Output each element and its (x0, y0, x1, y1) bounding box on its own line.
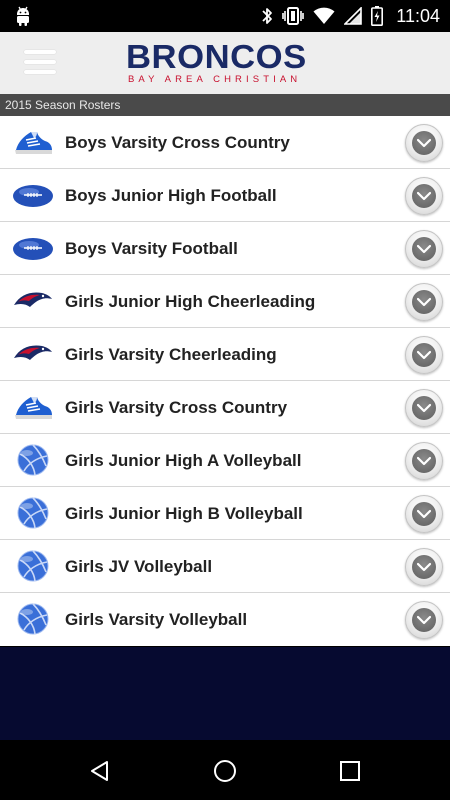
navigation-bar (0, 740, 450, 800)
bluetooth-icon (261, 6, 273, 26)
roster-label: Girls Junior High B Volleyball (65, 504, 303, 523)
expand-chevron-icon[interactable] (405, 124, 443, 162)
roster-label: Girls JV Volleyball (65, 557, 213, 576)
roster-item[interactable]: Boys Varsity Cross Country (0, 116, 450, 169)
bronco-logo-icon (12, 285, 54, 317)
expand-chevron-icon[interactable] (405, 495, 443, 533)
roster-item[interactable]: Girls Junior High A Volleyball (0, 434, 450, 487)
expand-chevron-icon[interactable] (405, 230, 443, 268)
roster-label: Girls Junior High Cheerleading (65, 292, 316, 311)
expand-chevron-icon[interactable] (405, 283, 443, 321)
wifi-icon (313, 7, 335, 25)
signal-icon (344, 7, 363, 25)
roster-item[interactable]: Girls Varsity Volleyball (0, 593, 450, 646)
expand-chevron-icon[interactable] (405, 442, 443, 480)
hamburger-menu-icon[interactable] (24, 50, 56, 76)
football-icon (12, 232, 54, 264)
football-icon (12, 179, 54, 211)
roster-item[interactable]: Girls Junior High Cheerleading (0, 275, 450, 328)
roster-label: Girls Varsity Cross Country (65, 398, 288, 417)
content-background (0, 647, 450, 740)
volleyball-icon (12, 497, 54, 529)
app-header: BRONCOS BAY AREA CHRISTIAN (0, 32, 450, 94)
expand-chevron-icon[interactable] (405, 548, 443, 586)
expand-chevron-icon[interactable] (405, 336, 443, 374)
bronco-logo-icon (12, 338, 54, 370)
volleyball-icon (12, 603, 54, 635)
status-bar: 11:04 (0, 0, 450, 32)
volleyball-icon (12, 550, 54, 582)
expand-chevron-icon[interactable] (405, 389, 443, 427)
roster-list: Boys Varsity Cross Country Boys Junior H… (0, 116, 450, 646)
section-header: 2015 Season Rosters (0, 94, 450, 116)
volleyball-icon (12, 444, 54, 476)
roster-label: Girls Varsity Cheerleading (65, 345, 277, 364)
roster-item[interactable]: Girls JV Volleyball (0, 540, 450, 593)
roster-label: Boys Junior High Football (65, 186, 277, 205)
roster-item[interactable]: Girls Varsity Cheerleading (0, 328, 450, 381)
roster-label: Girls Junior High A Volleyball (65, 451, 302, 470)
battery-icon (371, 6, 384, 26)
logo-subtitle: BAY AREA CHRISTIAN (128, 74, 302, 85)
recents-icon[interactable] (333, 754, 367, 788)
roster-item[interactable]: Boys Junior High Football (0, 169, 450, 222)
roster-label: Boys Varsity Cross Country (65, 133, 290, 152)
roster-item[interactable]: Boys Varsity Football (0, 222, 450, 275)
roster-label: Girls Varsity Volleyball (65, 610, 248, 629)
roster-item[interactable]: Girls Varsity Cross Country (0, 381, 450, 434)
running-shoe-icon (12, 126, 54, 158)
status-clock: 11:04 (396, 5, 440, 26)
roster-item[interactable]: Girls Junior High B Volleyball (0, 487, 450, 540)
android-icon (14, 6, 32, 26)
roster-label: Boys Varsity Football (65, 239, 238, 258)
back-icon[interactable] (83, 754, 117, 788)
expand-chevron-icon[interactable] (405, 601, 443, 639)
home-icon[interactable] (208, 754, 242, 788)
vibrate-icon (282, 6, 305, 26)
logo-wordmark: BRONCOS (126, 38, 307, 75)
running-shoe-icon (12, 391, 54, 423)
expand-chevron-icon[interactable] (405, 177, 443, 215)
broncos-logo: BRONCOS BAY AREA CHRISTIAN (126, 40, 326, 85)
